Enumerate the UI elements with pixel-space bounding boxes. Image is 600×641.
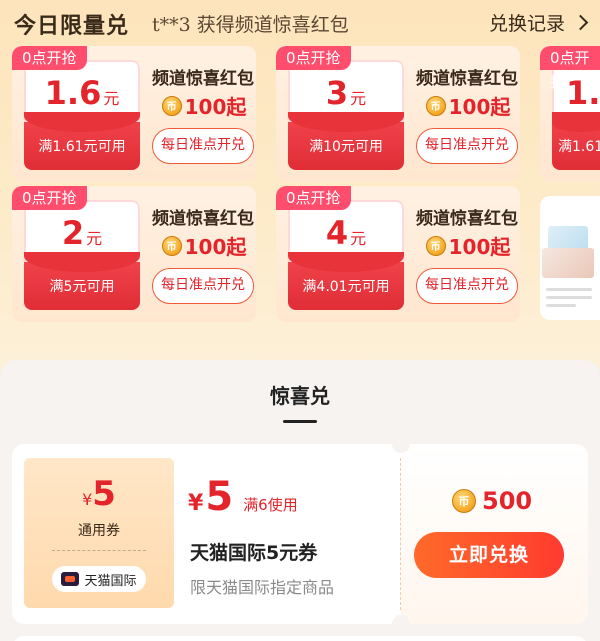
coupon-value: 5: [205, 474, 234, 520]
start-time-badge: 0点开抢: [12, 46, 87, 70]
coupon-thumbnail: ¥5 通用券 天猫国际: [24, 458, 174, 608]
coin-icon: 币: [161, 95, 182, 116]
brand-tag: 天猫国际: [52, 566, 146, 592]
coin-icon: 币: [161, 235, 182, 256]
redpacket-value: 3: [325, 74, 349, 112]
daily-exchange-button[interactable]: 每日准点开兑: [416, 128, 518, 164]
daily-exchange-button[interactable]: 每日准点开兑: [416, 268, 518, 304]
daily-exchange-button[interactable]: 每日准点开兑: [152, 268, 254, 304]
winner-ticker: t**3 获得频道惊喜红包: [152, 14, 349, 36]
limited-exchange-section: 今日限量兑 t**3 获得频道惊喜红包 兑换记录 0点开抢 1.6 元 满1.61…: [0, 0, 600, 360]
section-heading: 今日限量兑: [14, 14, 130, 39]
product-card-peek[interactable]: [540, 196, 600, 320]
coin-cost-value: 100起: [184, 235, 247, 259]
tissue-box-image: [542, 248, 594, 278]
coupon-description: 限天猫国际指定商品: [190, 578, 335, 597]
coin-cost: 币 100起: [152, 231, 256, 260]
exchange-record-label: 兑换记录: [488, 13, 565, 35]
coupon-divider: [400, 458, 401, 610]
redpacket-envelope: 4元 满4.01元可用: [288, 200, 404, 310]
product-caption-placeholder: [546, 288, 592, 312]
start-time-badge: 0点开抢: [540, 46, 600, 91]
thumb-currency: ¥: [82, 490, 93, 509]
start-time-badge: 0点开抢: [12, 186, 87, 210]
redpacket-envelope: 1.6 元 满1.61元可用: [24, 60, 140, 170]
coin-cost-value: 100起: [448, 235, 511, 259]
redpacket-unit: 元: [86, 229, 103, 248]
coin-icon: 币: [452, 489, 476, 513]
coupon-condition: 满6使用: [243, 496, 298, 514]
coin-icon: 币: [425, 95, 446, 116]
coupon-price-value: 500: [482, 487, 533, 515]
coupon-kind: 通用券: [78, 523, 120, 539]
redpacket-value: 1.6: [44, 74, 102, 112]
redpacket-condition: 满10元可用: [309, 139, 383, 155]
start-time-badge: 0点开抢: [276, 186, 351, 210]
section-title: 惊喜兑: [270, 384, 330, 408]
coupon-price: 币 500: [452, 487, 532, 515]
coupon-amount: ¥ 5 满6使用: [188, 474, 298, 520]
tmall-global-logo-icon: [61, 572, 80, 586]
coupon-currency: ¥: [188, 491, 204, 516]
coin-cost: 币 100起: [416, 231, 520, 260]
redpacket-unit: 元: [350, 89, 367, 108]
redpacket-card[interactable]: 0点开抢 2元 满5元可用 频道惊喜红包 币 100起 每日准点开兑: [12, 186, 256, 322]
redpacket-value: 1.: [566, 74, 600, 112]
redpacket-condition: 满4.01元可用: [302, 279, 390, 295]
redpacket-value: 2: [61, 214, 85, 252]
brand-name: 天猫国际: [84, 573, 137, 589]
coin-cost: 币 100起: [152, 91, 256, 120]
coupon-card[interactable]: ¥5 通用券 天猫国际 ¥ 5 满6使用 天猫国际5元券 限天猫国际指定商品 币…: [12, 435, 588, 633]
exchange-record-link[interactable]: 兑换记录: [488, 9, 589, 36]
redpacket-card-peek[interactable]: 0点开抢 1. 满1.61: [540, 46, 600, 182]
redpacket-card[interactable]: 0点开抢 4元 满4.01元可用 频道惊喜红包 币 100起 每日准点开兑: [276, 186, 520, 322]
redeem-now-button[interactable]: 立即兑换: [414, 532, 564, 578]
redpacket-condition: 满5元可用: [49, 279, 115, 295]
coin-icon: 币: [425, 235, 446, 256]
coin-cost: 币 100起: [416, 91, 520, 120]
redpacket-envelope: 2元 满5元可用: [24, 200, 140, 310]
redpacket-card[interactable]: 0点开抢 1.6 元 满1.61元可用 频道惊喜红包 币 100起 每日准点开兑: [12, 46, 256, 182]
thumb-value: 5: [92, 474, 116, 514]
redpacket-value: 4: [325, 214, 349, 252]
chevron-right-icon: [572, 14, 589, 31]
card-title: 频道惊喜红包: [416, 69, 518, 89]
start-time-badge: 0点开抢: [276, 46, 351, 70]
section-title-underline: [283, 420, 317, 423]
card-title: 频道惊喜红包: [152, 69, 254, 89]
redpacket-unit: 元: [350, 229, 367, 248]
redpacket-condition: 满1.61: [558, 139, 600, 155]
daily-exchange-button[interactable]: 每日准点开兑: [152, 128, 254, 164]
surprise-exchange-panel: 惊喜兑 ¥5 通用券 天猫国际 ¥ 5 满6使用 天猫国际5元券 限天猫国际指定…: [0, 360, 600, 641]
redpacket-card[interactable]: 0点开抢 3元 满10元可用 频道惊喜红包 币 100起 每日准点开兑: [276, 46, 520, 182]
coin-cost-value: 100起: [448, 95, 511, 119]
redpacket-condition: 满1.61元可用: [38, 139, 126, 155]
next-coupon-card-peek[interactable]: [12, 636, 588, 641]
card-title: 频道惊喜红包: [416, 209, 518, 229]
coupon-title: 天猫国际5元券: [190, 542, 318, 564]
card-title: 频道惊喜红包: [152, 209, 254, 229]
redpacket-unit: 元: [103, 89, 120, 108]
redpacket-envelope: 3元 满10元可用: [288, 60, 404, 170]
coin-cost-value: 100起: [184, 95, 247, 119]
